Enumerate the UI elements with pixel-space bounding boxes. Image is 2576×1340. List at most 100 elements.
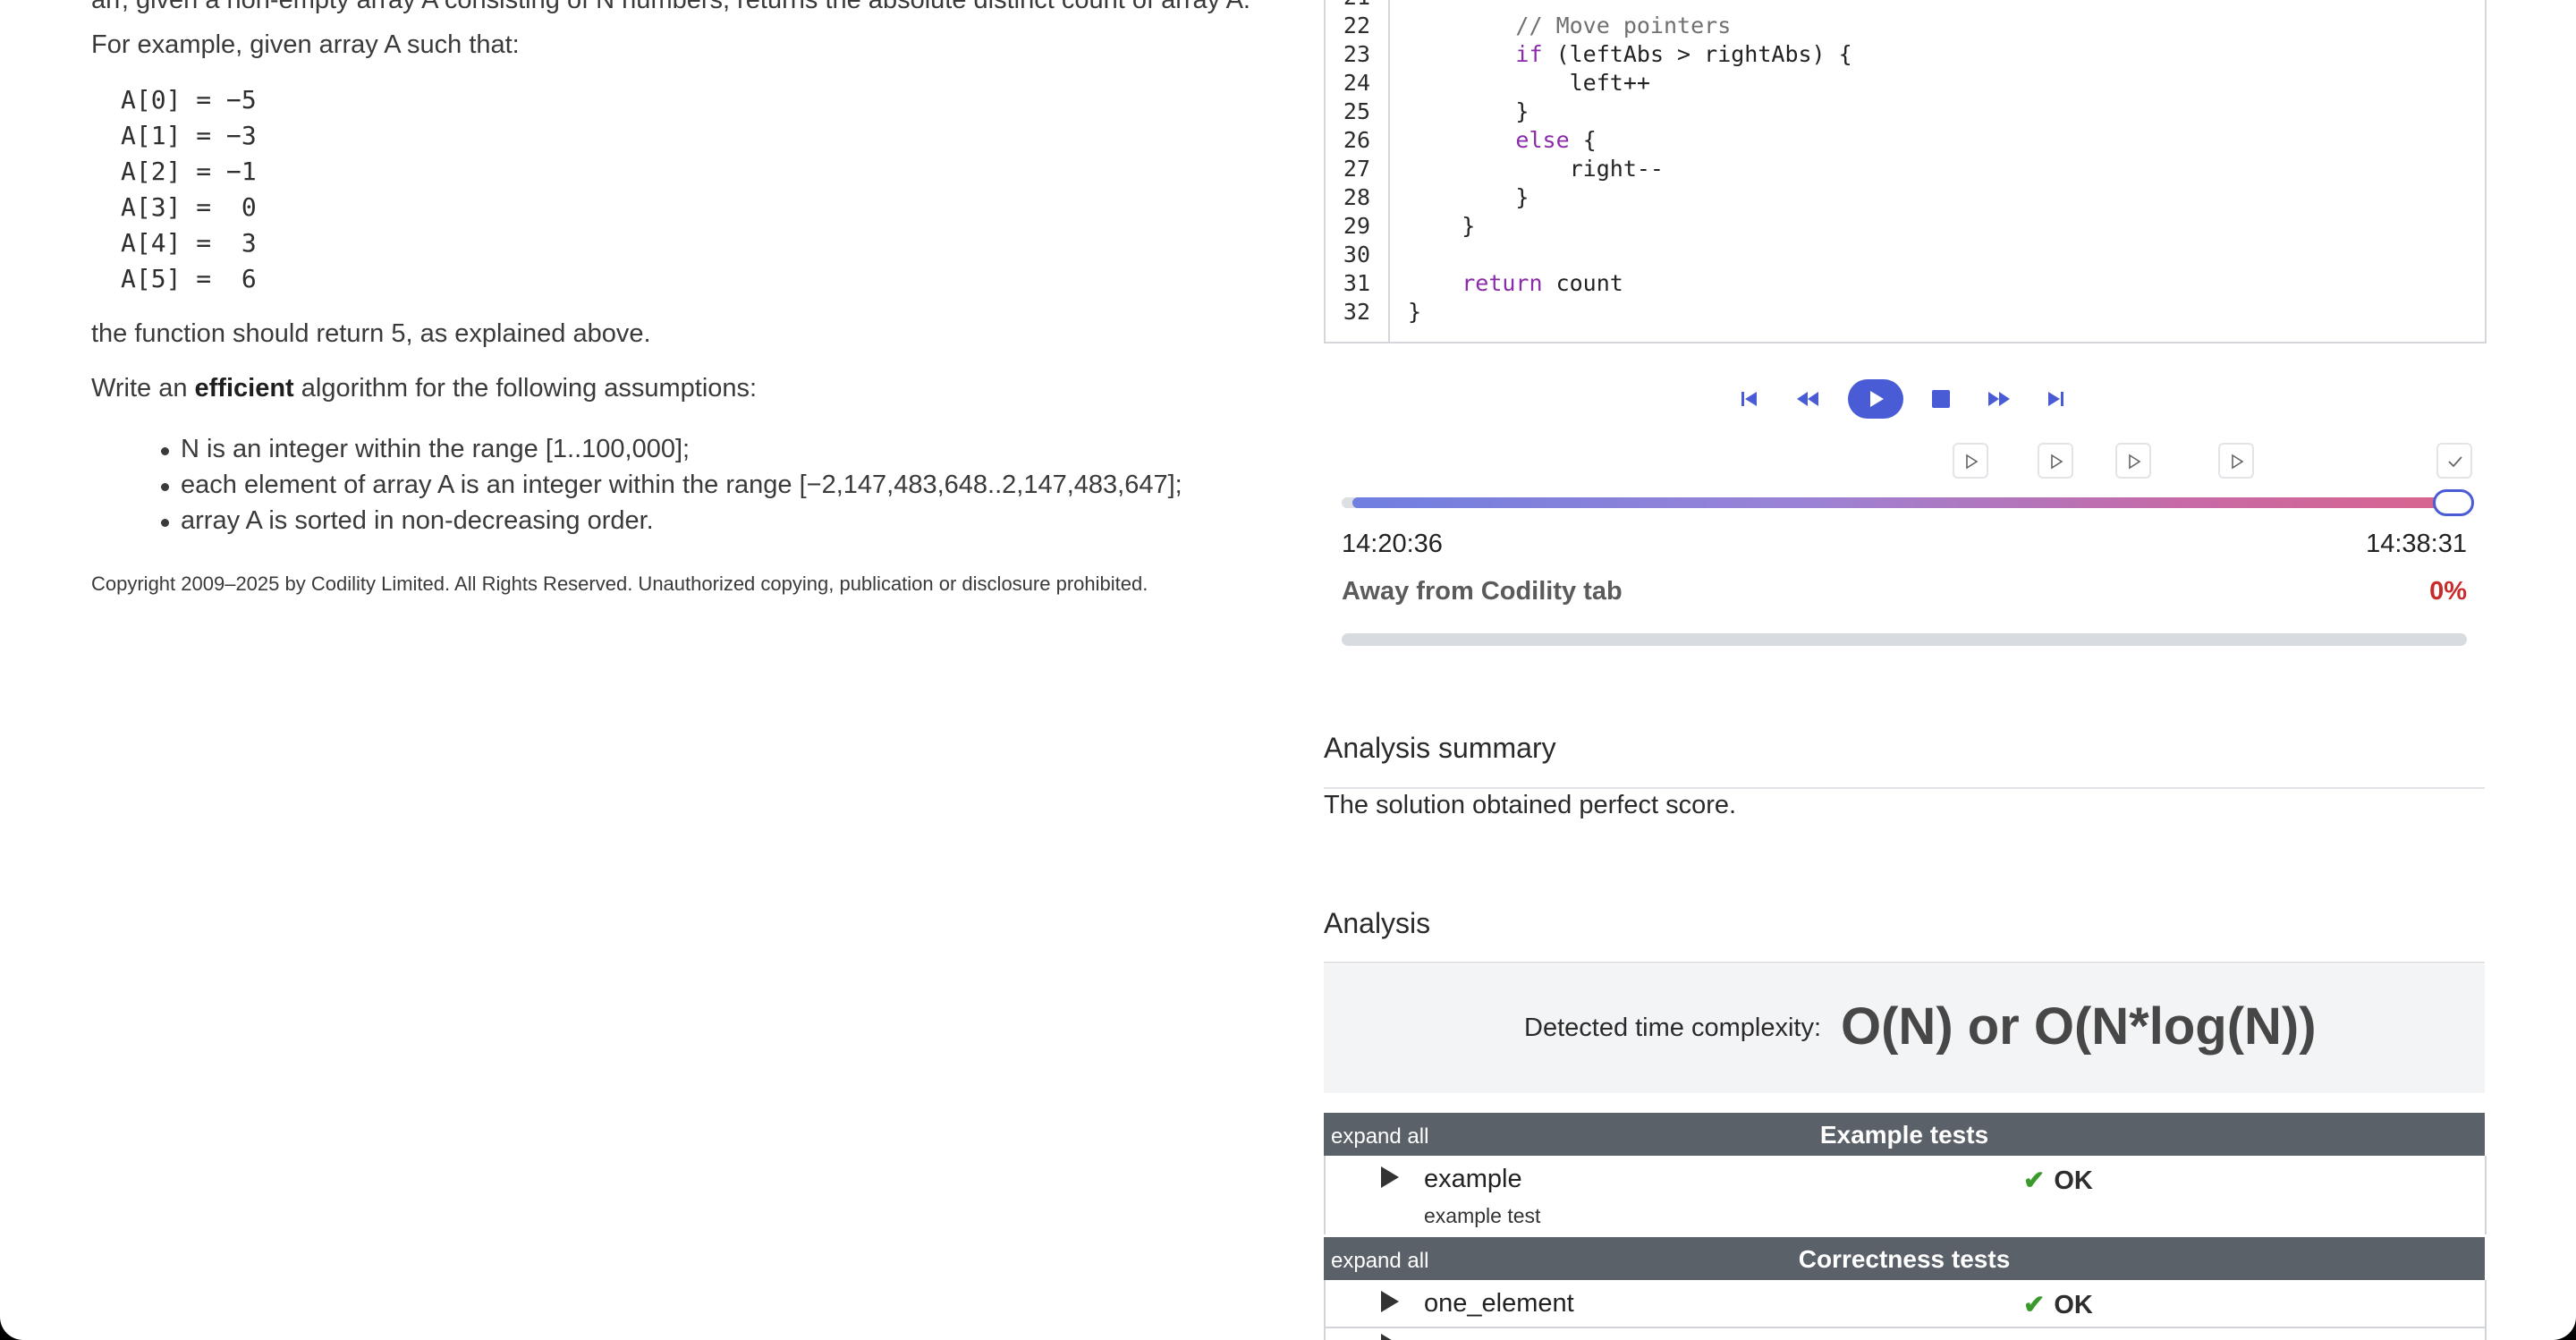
line-number: 25 (1343, 98, 1370, 124)
skip-start-icon[interactable] (1739, 388, 1760, 410)
test-result: ✔ OK (2023, 1165, 2093, 1196)
line-number: 21 (1343, 0, 1370, 10)
expand-triangle-icon[interactable] (1381, 1166, 1399, 1188)
line-number: 26 (1343, 127, 1370, 153)
expand-triangle-icon[interactable] (1381, 1291, 1399, 1312)
play-outline-icon (2051, 454, 2063, 470)
test-row[interactable]: one_element ✔ OK (1324, 1280, 2487, 1328)
expand-triangle-icon[interactable] (1381, 1334, 1399, 1340)
assumption-item: N is an integer within the range [1..100… (160, 435, 691, 463)
test-row-partial[interactable] (1324, 1328, 2487, 1340)
stop-icon[interactable] (1931, 389, 1951, 409)
line-number-gutter: 21 22 23 2425 26 2728 29 30 31 32 (1326, 0, 1390, 342)
divider (1324, 962, 2485, 963)
timeline-progress (1352, 497, 2462, 508)
example-intro: For example, given array A such that: (91, 30, 520, 59)
test-name: one_element (1424, 1289, 1574, 1318)
play-icon (1870, 391, 1884, 407)
array-line: A[3] = 0 (121, 192, 257, 222)
copyright: Copyright 2009–2025 by Codility Limited.… (91, 572, 1148, 595)
code-line: } (1408, 98, 1529, 124)
event-marker[interactable] (2115, 443, 2151, 479)
analysis-summary-title: Analysis summary (1324, 732, 1556, 764)
rewind-icon[interactable] (1795, 388, 1820, 410)
test-row[interactable]: example example test ✔ OK (1324, 1156, 2487, 1234)
play-button[interactable] (1848, 379, 1903, 419)
code-text: { (1569, 127, 1597, 153)
line-number: 31 (1343, 270, 1370, 296)
event-marker[interactable] (2218, 443, 2254, 479)
array-line: A[0] = −5 (121, 85, 257, 114)
return-text: the function should return 5, as explain… (91, 319, 651, 348)
line-number: 27 (1343, 156, 1370, 182)
assumptions-bold: efficient (194, 374, 294, 403)
code-text: } (1515, 98, 1530, 124)
code-line: return count (1408, 270, 1623, 296)
analysis-title: Analysis (1324, 907, 1431, 939)
tests-group-title: Example tests (1819, 1121, 1989, 1149)
test-name: example (1424, 1165, 1522, 1193)
test-desc: example test (1424, 1204, 1541, 1227)
line-number: 30 (1343, 242, 1370, 267)
code-text: count (1542, 270, 1623, 296)
code-text: } (1408, 299, 1422, 325)
array-line: A[2] = −1 (121, 157, 257, 186)
code-line: } (1408, 299, 1421, 325)
line-number: 32 (1343, 299, 1370, 325)
play-outline-icon (2129, 454, 2141, 470)
array-line: A[5] = 6 (121, 264, 257, 293)
code-line: left++ (1408, 70, 1650, 96)
summary-text: The solution obtained perfect score. (1324, 791, 1737, 819)
event-marker[interactable] (2436, 443, 2472, 479)
play-outline-icon (2232, 454, 2244, 470)
code-line (1408, 0, 1515, 10)
array-line: A[1] = −3 (121, 121, 257, 150)
line-number: 28 (1343, 184, 1370, 210)
timeline-handle[interactable] (2433, 489, 2474, 516)
away-label: Away from Codility tab (1342, 577, 1623, 606)
code-line: } (1408, 213, 1475, 239)
test-result-label: OK (2054, 1291, 2093, 1319)
assumptions-pre: Write an (91, 374, 195, 403)
complexity-label: Detected time complexity: (1524, 1013, 1822, 1042)
test-result: ✔ OK (2023, 1289, 2093, 1320)
code-line: } (1408, 184, 1529, 210)
array-line: A[4] = 3 (121, 228, 257, 258)
line-number: 24 (1343, 70, 1370, 96)
code-text: } (1515, 184, 1530, 210)
event-marker[interactable] (2038, 443, 2073, 479)
code-keyword: return (1462, 270, 1543, 296)
code-keyword: if (1515, 41, 1543, 67)
tests-header-example: expand all Example tests (1324, 1113, 2485, 1156)
divider (1324, 787, 2485, 789)
code-text: } (1462, 213, 1476, 239)
code-editor[interactable]: 21 22 23 2425 26 2728 29 30 31 32 // Move pointer… (1324, 0, 2487, 343)
event-marker[interactable] (1953, 443, 1988, 479)
skip-end-icon[interactable] (2045, 388, 2066, 410)
fast-forward-icon[interactable] (1987, 388, 2012, 410)
assumption-item: each element of array A is an integer wi… (161, 471, 1182, 499)
code-line: if (leftAbs > rightAbs) { (1408, 41, 1852, 67)
truncated-text: arr, given a non-empty array A consistin… (91, 0, 1250, 14)
line-number: 22 (1343, 13, 1370, 38)
assumption-item: array A is sorted in non-decreasing orde… (161, 506, 654, 535)
tests-group-title: Correctness tests (1798, 1245, 2011, 1273)
line-number: 29 (1343, 213, 1370, 239)
tests-header-correctness: expand all Correctness tests (1324, 1237, 2485, 1280)
complexity-value: O(N) or O(N*log(N)) (1841, 997, 2317, 1056)
code-line: right-- (1408, 156, 1664, 182)
test-result-label: OK (2054, 1166, 2093, 1195)
code-text: right-- (1569, 156, 1664, 182)
away-bar (1342, 633, 2467, 646)
check-icon: ✔ (2023, 1166, 2046, 1195)
